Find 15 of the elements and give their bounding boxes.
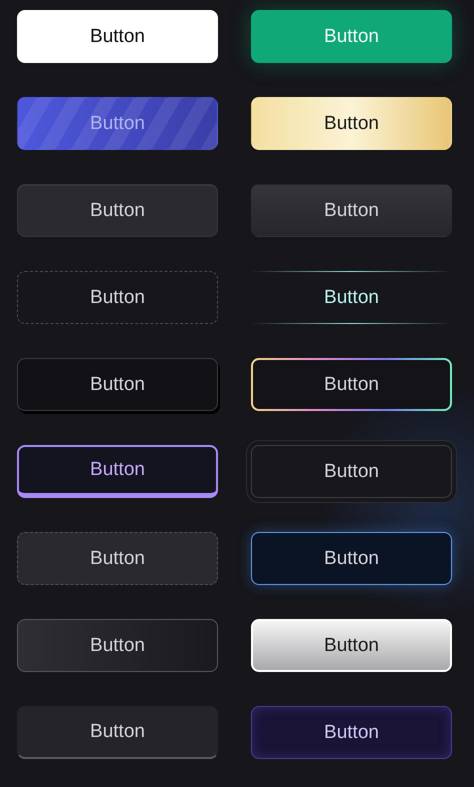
button[interactable]: Button: [251, 184, 452, 237]
button[interactable]: Button: [17, 184, 218, 237]
button[interactable]: Button: [251, 706, 452, 759]
button[interactable]: Button: [17, 445, 218, 498]
button[interactable]: Button: [17, 358, 218, 411]
button[interactable]: Button: [251, 97, 452, 150]
button[interactable]: Button: [17, 271, 218, 324]
button[interactable]: Button: [17, 10, 218, 63]
button[interactable]: Button: [251, 271, 452, 324]
button[interactable]: Button: [251, 532, 452, 585]
button[interactable]: Button: [251, 619, 452, 672]
button[interactable]: Button: [17, 532, 218, 585]
button[interactable]: Button: [17, 706, 218, 759]
button[interactable]: Button: [17, 619, 218, 672]
button[interactable]: Button: [251, 358, 452, 411]
